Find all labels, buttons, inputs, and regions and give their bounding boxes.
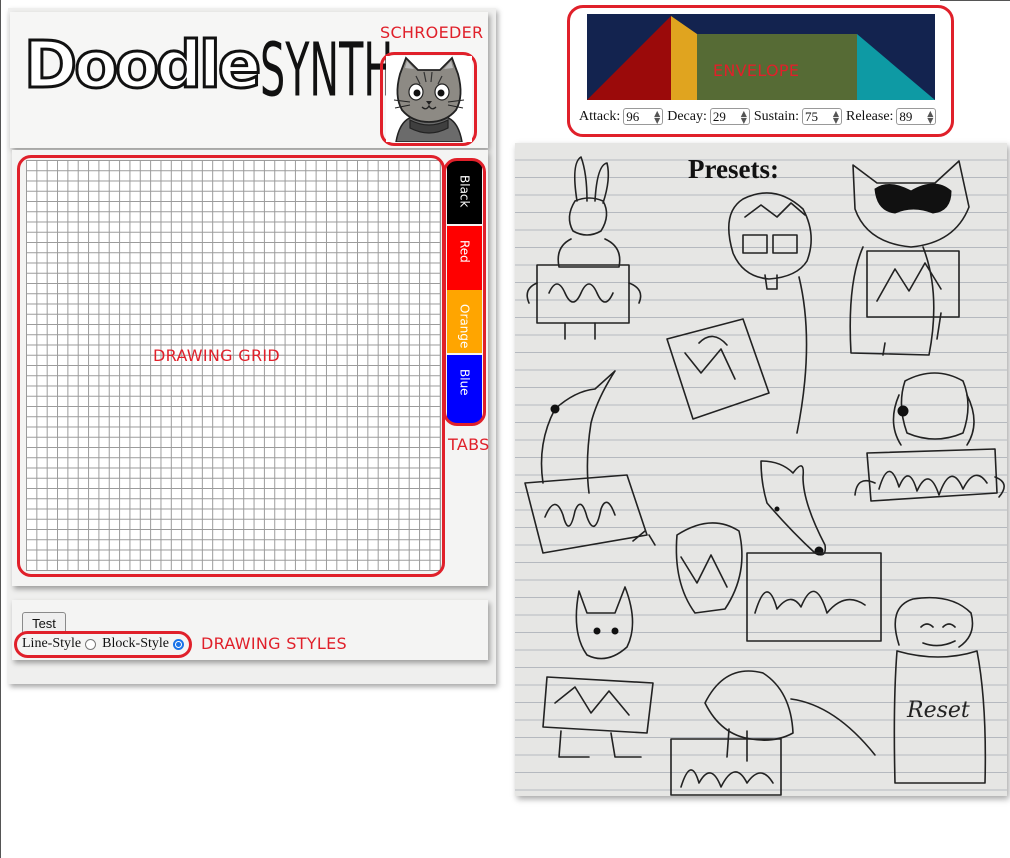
preset-walrus[interactable] — [670, 670, 876, 796]
preset-dog[interactable] — [854, 372, 1005, 502]
drawing-grid-highlight — [17, 155, 445, 577]
window-top-edge — [940, 0, 1010, 1]
envelope-highlight — [567, 5, 954, 137]
preset-bunny[interactable] — [526, 156, 642, 340]
preset-seal[interactable] — [524, 370, 656, 554]
presets-doodles: Reset — [524, 156, 1005, 796]
tabs-annotation: TABS — [448, 435, 490, 454]
tabs-highlight — [443, 158, 486, 426]
reset-label: Reset — [906, 698, 970, 723]
logo-doodle-text: Doodle — [22, 29, 262, 104]
drawing-styles-highlight — [14, 631, 192, 658]
preset-wolf[interactable] — [675, 460, 882, 642]
schroeder-annotation: SCHROEDER — [380, 23, 484, 42]
preset-reset[interactable]: Reset — [893, 596, 987, 784]
preset-glasses-man[interactable] — [666, 192, 812, 434]
presets-title: Presets: — [688, 154, 779, 184]
drawing-styles-annotation: DRAWING STYLES — [201, 634, 347, 653]
preset-fox[interactable] — [542, 586, 654, 758]
logo-synth-text: SYNTH — [260, 28, 394, 114]
window-left-edge — [0, 0, 1, 858]
preset-raccoon[interactable] — [849, 160, 970, 356]
drawing-grid-annotation: DRAWING GRID — [153, 346, 281, 365]
schroeder-cat-avatar[interactable] — [386, 56, 472, 142]
